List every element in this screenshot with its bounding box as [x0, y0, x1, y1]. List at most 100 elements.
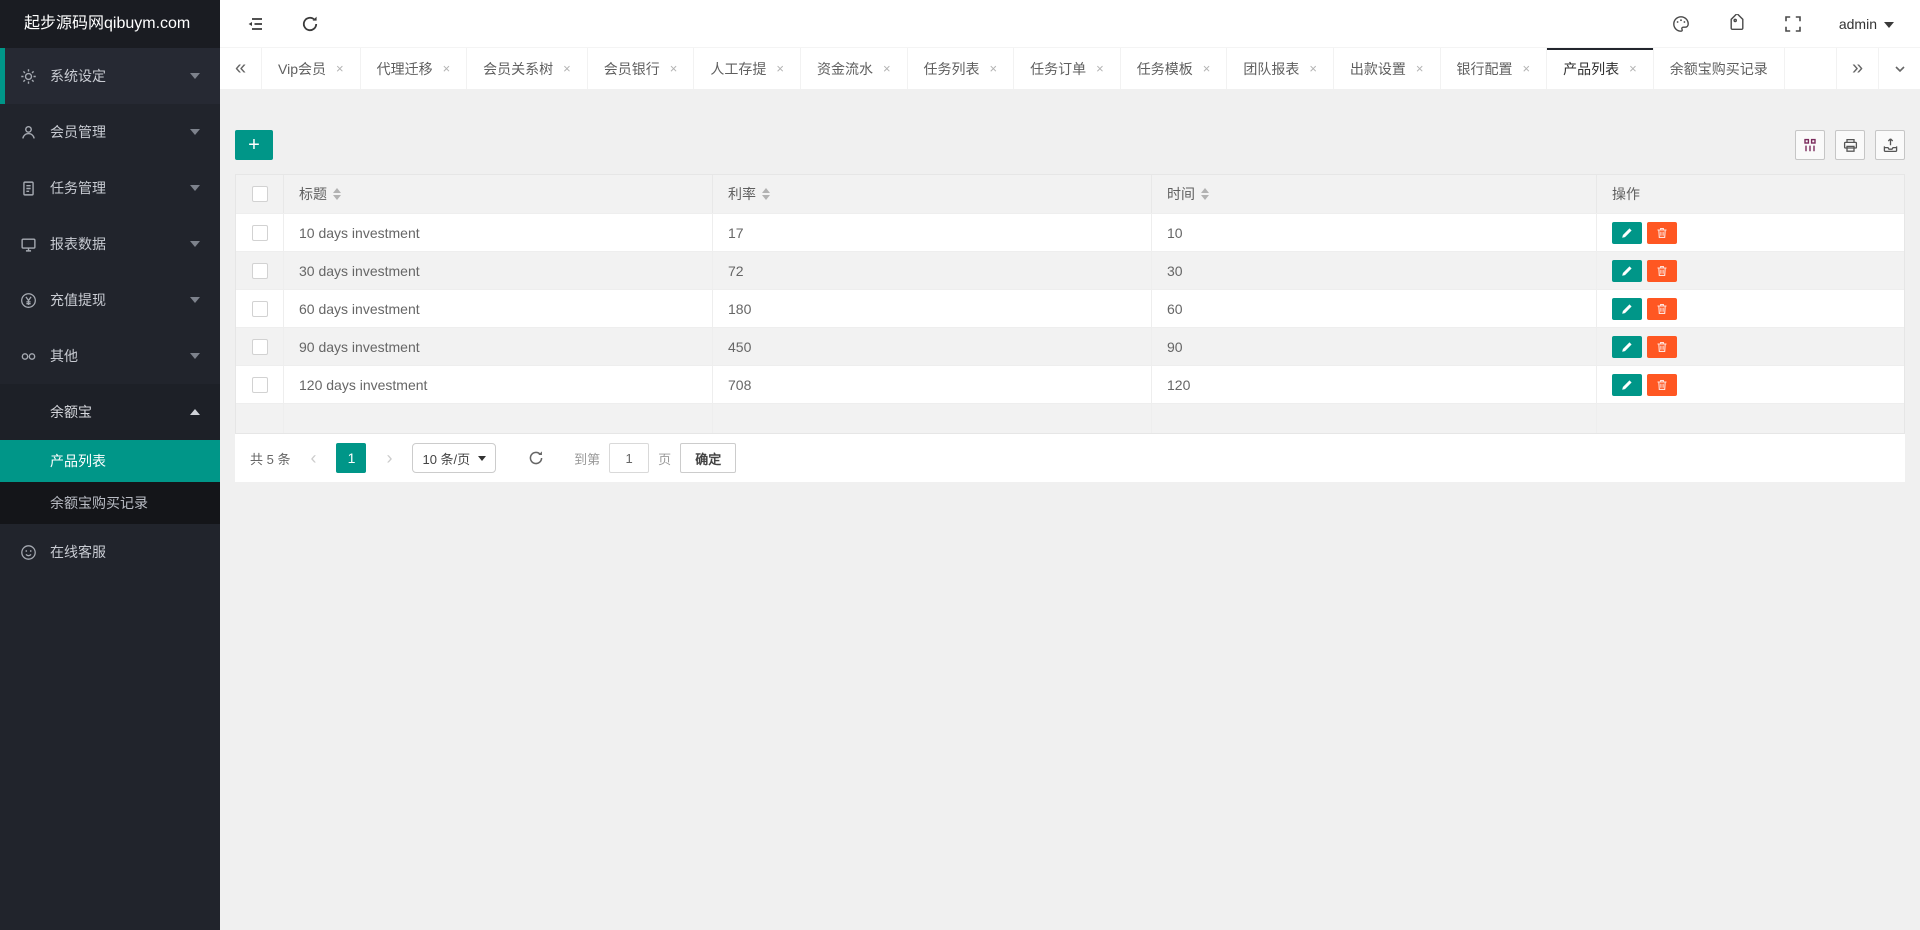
- delete-button[interactable]: [1647, 221, 1677, 244]
- tab-close-icon[interactable]: ×: [1203, 62, 1211, 75]
- tab-label: 出款设置: [1349, 60, 1406, 77]
- fullscreen-icon[interactable]: [1783, 14, 1803, 34]
- current-page[interactable]: 1: [336, 443, 367, 473]
- prev-page-button[interactable]: ‹: [299, 444, 327, 472]
- chevron-down-icon: [190, 297, 200, 303]
- next-page-button[interactable]: ›: [375, 444, 403, 472]
- filter-columns-button[interactable]: [1795, 130, 1825, 160]
- tab-label: 会员关系树: [483, 60, 554, 77]
- cell-rate: 72: [713, 252, 1152, 289]
- tab[interactable]: 产品列表 ×: [1547, 48, 1654, 89]
- tab[interactable]: 会员关系树 ×: [467, 48, 588, 89]
- cell-actions: [1597, 252, 1904, 289]
- tab-close-icon[interactable]: ×: [563, 62, 571, 75]
- cell-actions: [1597, 328, 1904, 365]
- sidebar-item-yuebao-purchase-records[interactable]: 余额宝购买记录: [0, 482, 220, 524]
- sidebar-item-product-list[interactable]: 产品列表: [0, 440, 220, 482]
- tab[interactable]: 银行配置 ×: [1441, 48, 1548, 89]
- theme-palette-icon[interactable]: [1671, 14, 1691, 34]
- tab-close-icon[interactable]: ×: [1309, 62, 1317, 75]
- confirm-page-button[interactable]: 确定: [680, 443, 737, 473]
- tab-close-icon[interactable]: ×: [883, 62, 891, 75]
- tab-close-icon[interactable]: ×: [1523, 62, 1531, 75]
- tabs-scroll-left-button[interactable]: «: [220, 48, 262, 89]
- edit-button[interactable]: [1612, 297, 1642, 320]
- collapse-sidebar-icon[interactable]: [246, 14, 266, 34]
- export-button[interactable]: [1875, 130, 1905, 160]
- tabs-menu-button[interactable]: [1878, 48, 1920, 89]
- cell-time: 90: [1152, 328, 1597, 365]
- table-row: 10 days investment 17 10: [236, 213, 1904, 251]
- tab-close-icon[interactable]: ×: [336, 62, 344, 75]
- refresh-icon[interactable]: [300, 14, 320, 34]
- sidebar-item-system-settings[interactable]: 系统设定: [0, 48, 220, 104]
- goto-page-input[interactable]: [609, 443, 650, 473]
- column-header-time[interactable]: 时间: [1152, 175, 1597, 213]
- page-size-select[interactable]: 10 条/页: [412, 443, 497, 473]
- tab-close-icon[interactable]: ×: [776, 62, 784, 75]
- sidebar-item-task-management[interactable]: 任务管理: [0, 160, 220, 216]
- tab[interactable]: 人工存提 ×: [694, 48, 801, 89]
- sort-icon[interactable]: [762, 188, 770, 200]
- tab-close-icon[interactable]: ×: [1096, 62, 1104, 75]
- tabs-scroll-right-button[interactable]: »: [1836, 48, 1878, 89]
- row-checkbox[interactable]: [251, 300, 268, 317]
- sidebar-item-label: 充值提现: [50, 292, 106, 308]
- delete-button[interactable]: [1647, 259, 1677, 282]
- cell-time: 10: [1152, 214, 1597, 251]
- row-checkbox[interactable]: [251, 224, 268, 241]
- app-logo: 起步源码网qibuym.com: [0, 0, 220, 48]
- sidebar-item-report-data[interactable]: 报表数据: [0, 216, 220, 272]
- delete-button[interactable]: [1647, 297, 1677, 320]
- row-checkbox[interactable]: [251, 262, 268, 279]
- edit-button[interactable]: [1612, 335, 1642, 358]
- user-icon: [22, 125, 35, 139]
- print-button[interactable]: [1835, 130, 1865, 160]
- tab-close-icon[interactable]: ×: [443, 62, 451, 75]
- sidebar-item-recharge-withdraw[interactable]: 充值提现: [0, 272, 220, 328]
- column-header-title[interactable]: 标题: [284, 175, 713, 213]
- edit-button[interactable]: [1612, 221, 1642, 244]
- tab[interactable]: 任务模板 ×: [1121, 48, 1228, 89]
- sidebar-item-member-management[interactable]: 会员管理: [0, 104, 220, 160]
- tab[interactable]: 余额宝购买记录 ×: [1654, 48, 1785, 89]
- tab[interactable]: 团队报表 ×: [1227, 48, 1334, 89]
- sort-icon[interactable]: [333, 188, 341, 200]
- cell-actions: [1597, 366, 1904, 403]
- sort-icon[interactable]: [1201, 188, 1209, 200]
- delete-button[interactable]: [1647, 335, 1677, 358]
- delete-button[interactable]: [1647, 373, 1677, 396]
- tab-close-icon[interactable]: ×: [1629, 62, 1637, 75]
- user-menu[interactable]: admin: [1839, 16, 1894, 32]
- edit-button[interactable]: [1612, 259, 1642, 282]
- tab[interactable]: 任务列表 ×: [908, 48, 1015, 89]
- pencil-icon: [1622, 227, 1632, 238]
- gear-icon: [21, 68, 36, 84]
- topbar: admin: [220, 0, 1920, 48]
- tab-close-icon[interactable]: ×: [1416, 62, 1424, 75]
- tab[interactable]: 代理迁移 ×: [361, 48, 468, 89]
- row-checkbox[interactable]: [251, 338, 268, 355]
- row-checkbox[interactable]: [251, 376, 268, 393]
- column-header-rate[interactable]: 利率: [713, 175, 1152, 213]
- sidebar-group-yuebao[interactable]: 余额宝: [0, 384, 220, 440]
- tab[interactable]: 资金流水 ×: [801, 48, 908, 89]
- tab-close-icon[interactable]: ×: [990, 62, 998, 75]
- select-all-checkbox[interactable]: [251, 186, 268, 202]
- total-count: 共 5 条: [250, 451, 291, 467]
- tab-label: 团队报表: [1243, 60, 1300, 77]
- tab[interactable]: 会员银行 ×: [588, 48, 695, 89]
- tag-icon[interactable]: [1727, 13, 1747, 34]
- refresh-table-button[interactable]: [521, 443, 551, 473]
- tab-close-icon[interactable]: ×: [670, 62, 678, 75]
- sidebar-item-online-service[interactable]: 在线客服: [0, 524, 220, 580]
- cell-time: 120: [1152, 366, 1597, 403]
- tab[interactable]: 出款设置 ×: [1334, 48, 1441, 89]
- tab[interactable]: Vip会员 ×: [262, 48, 361, 89]
- username: admin: [1838, 15, 1877, 32]
- edit-button[interactable]: [1612, 373, 1642, 396]
- add-button[interactable]: +: [235, 130, 273, 160]
- cell-rate: 450: [713, 328, 1152, 365]
- tab[interactable]: 任务订单 ×: [1014, 48, 1121, 89]
- sidebar-item-other[interactable]: 其他: [0, 328, 220, 384]
